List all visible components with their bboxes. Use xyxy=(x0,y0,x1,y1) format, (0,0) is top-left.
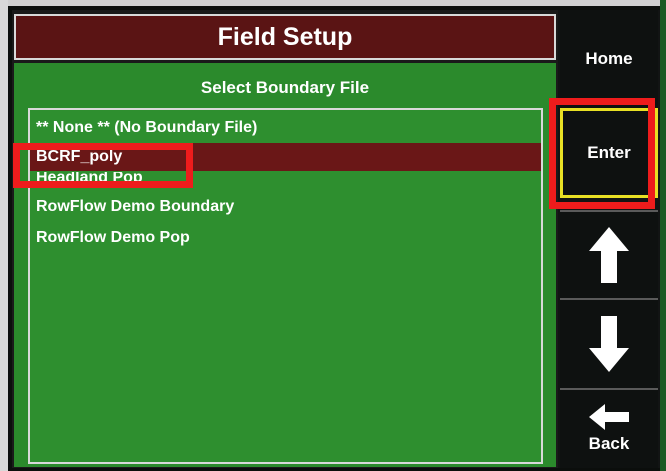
back-button[interactable]: Back xyxy=(560,388,658,468)
selection-panel: Select Boundary File ** None ** (No Boun… xyxy=(14,63,556,467)
highlight-selected-item xyxy=(13,143,193,188)
scroll-down-button[interactable] xyxy=(560,298,658,388)
home-button[interactable]: Home xyxy=(560,10,658,108)
photo-edge-left xyxy=(0,0,8,471)
photo-edge-top xyxy=(0,0,666,6)
photo-edge-right xyxy=(660,0,666,471)
list-item-rowflow-demo-boundary[interactable]: RowFlow Demo Boundary xyxy=(30,193,541,221)
arrow-left-icon xyxy=(589,404,629,430)
home-label: Home xyxy=(585,49,633,68)
arrow-up-icon xyxy=(589,227,629,283)
sidebar: Home Enter Back xyxy=(558,10,660,468)
arrow-down-icon xyxy=(589,316,629,372)
list-item-rowflow-demo-pop[interactable]: RowFlow Demo Pop xyxy=(30,224,541,252)
back-label: Back xyxy=(588,434,630,453)
page-title: Field Setup xyxy=(14,14,556,60)
scroll-up-button[interactable] xyxy=(560,210,658,298)
list-item-none[interactable]: ** None ** (No Boundary File) xyxy=(30,114,541,142)
panel-subtitle: Select Boundary File xyxy=(200,78,370,97)
highlight-enter-button xyxy=(549,98,655,209)
main-screen: Field Setup Select Boundary File ** None… xyxy=(12,10,558,468)
